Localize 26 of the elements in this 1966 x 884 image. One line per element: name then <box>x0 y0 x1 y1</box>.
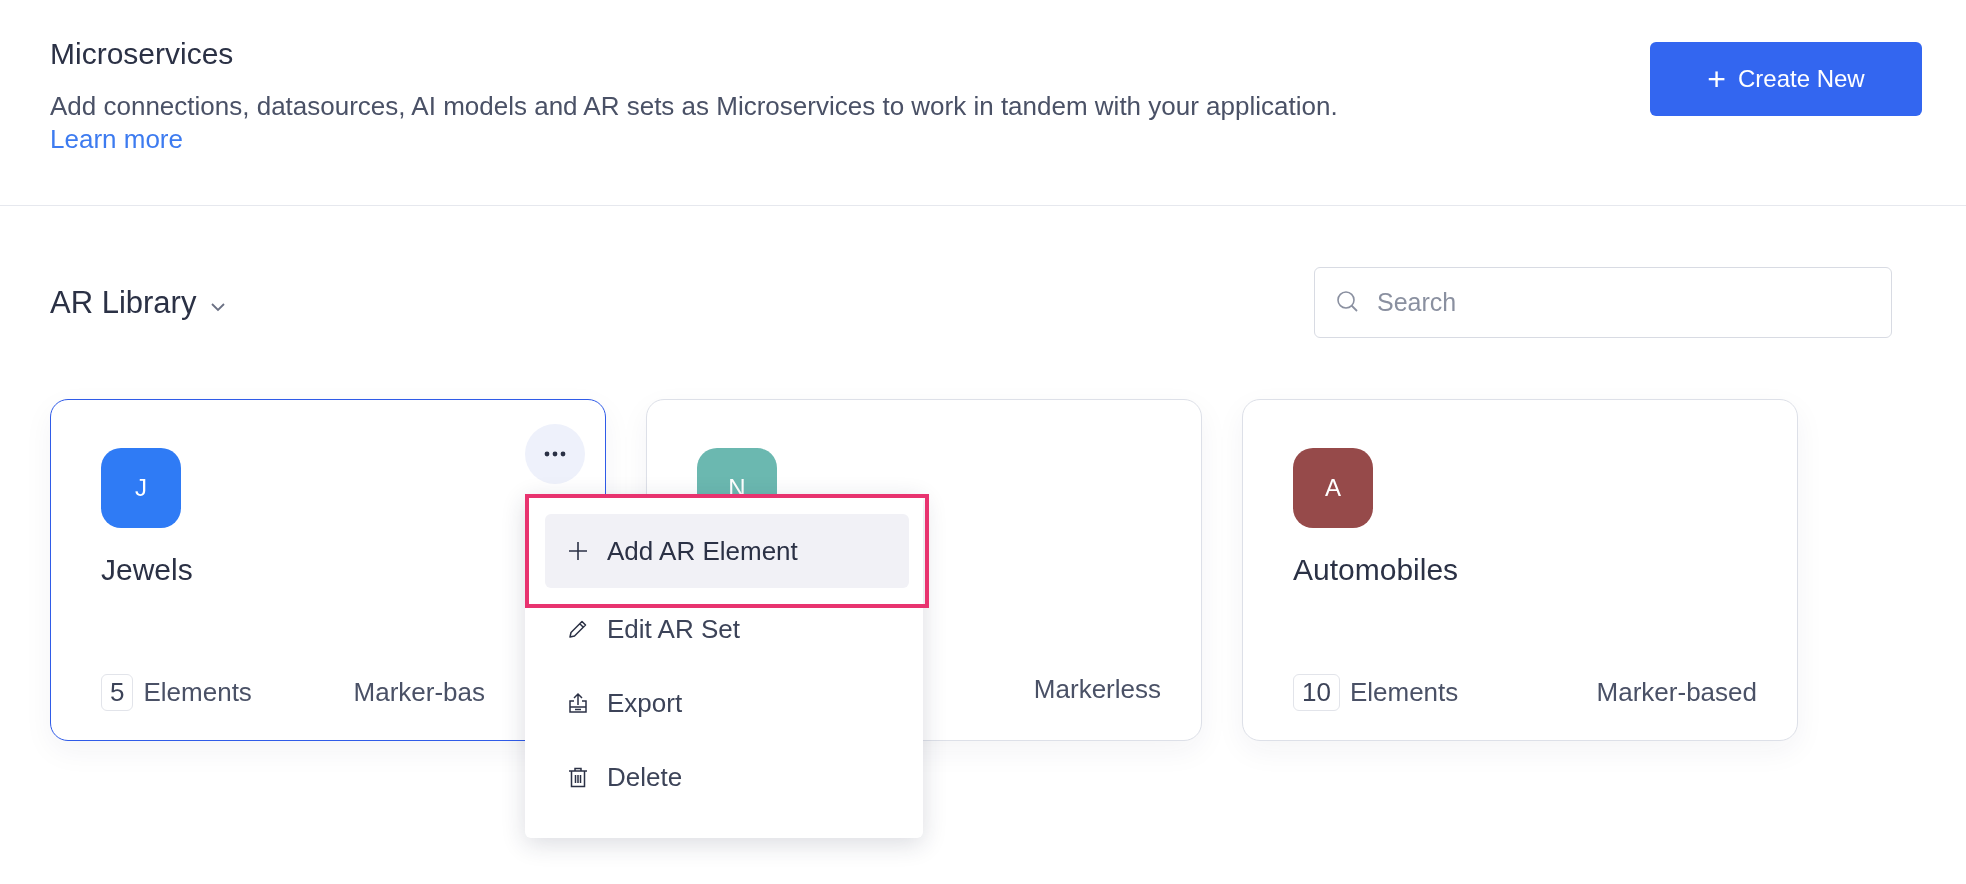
menu-item[interactable]: Add AR Element <box>545 514 909 588</box>
avatar-tile: A <box>1293 448 1373 528</box>
count-label: Elements <box>1349 677 1459 708</box>
trash-icon <box>567 766 589 788</box>
ar-set-card[interactable]: A Automobiles 10 Elements Marker-based <box>1242 399 1798 741</box>
pencil-icon <box>567 618 589 640</box>
menu-item[interactable]: Delete <box>545 740 903 814</box>
count-badge: 5 <box>101 674 134 711</box>
search-field[interactable]: Search <box>1314 267 1892 338</box>
export-icon <box>567 692 589 714</box>
more-icon <box>544 451 566 457</box>
avatar-tile: J <box>101 448 181 528</box>
plus-icon <box>567 540 589 562</box>
create-new-button[interactable]: + Create New <box>1650 42 1922 116</box>
learn-more-link[interactable]: Learn more <box>50 124 183 154</box>
set-type-label: Marker-based <box>1596 677 1757 708</box>
chevron-down-icon <box>210 301 227 312</box>
set-type-label: Marker-bas <box>353 677 485 708</box>
set-type-label: Markerless <box>1033 674 1161 705</box>
card-title: Automobiles <box>1293 552 1460 588</box>
count-label: Elements <box>143 677 252 708</box>
card-title: Jewels <box>101 552 194 588</box>
page-title: Microservices <box>50 36 235 72</box>
library-dropdown[interactable]: AR Library <box>50 284 227 321</box>
count-badge: 10 <box>1293 674 1340 711</box>
page-description: Add connections, datasources, AI models and AR sets as Microservices to work in tandem with your application. <box>50 90 1338 123</box>
